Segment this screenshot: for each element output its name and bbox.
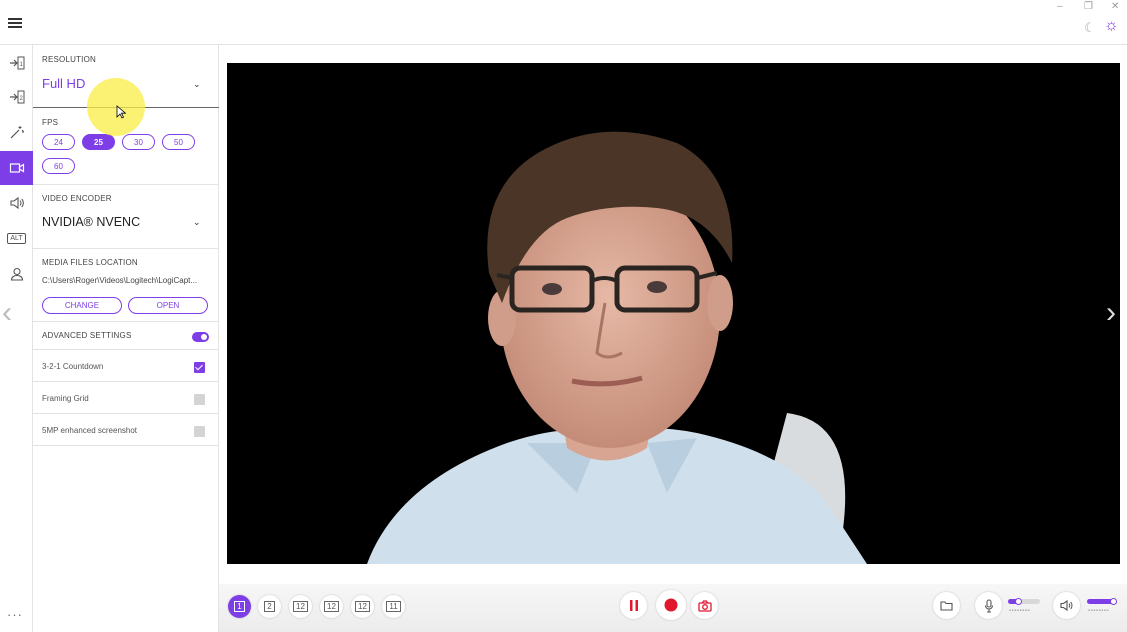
advanced-settings-toggle[interactable]: [192, 332, 209, 342]
camera-icon: [697, 599, 712, 612]
countdown-label: 3-2-1 Countdown: [42, 362, 104, 371]
title-bar: – ❐ ✕ ☾ ☼: [0, 0, 1127, 45]
volume-button[interactable]: [1053, 592, 1080, 619]
mouse-cursor-icon: [116, 105, 126, 119]
alt-label: ALT: [7, 232, 26, 244]
countdown-option-row: 3-2-1 Countdown: [33, 350, 219, 382]
menu-icon[interactable]: [8, 18, 22, 30]
webcam-person-image: [227, 63, 1120, 564]
fps-option-25[interactable]: 25: [82, 134, 115, 150]
logi-capture-window: – ❐ ✕ ☾ ☼ 1 2 ALT ··· RESOLUTION Full HD…: [0, 0, 1127, 632]
layout-glyph: 12: [324, 601, 339, 612]
chevron-down-icon[interactable]: ⌄: [193, 79, 201, 90]
framing-grid-option-row: Framing Grid: [33, 382, 219, 414]
screenshot-button[interactable]: [691, 592, 718, 619]
layout-single-1-button[interactable]: 1: [228, 595, 251, 618]
encoder-label: VIDEO ENCODER: [42, 194, 112, 203]
encoder-section: VIDEO ENCODER NVIDIA® NVENC ⌄: [33, 185, 219, 249]
volume-meter: ▪▪▪▪▪▪▪▪: [1088, 608, 1110, 614]
source-1-icon[interactable]: 1: [0, 46, 33, 80]
framing-grid-label: Framing Grid: [42, 394, 89, 403]
enhanced-screenshot-label: 5MP enhanced screenshot: [42, 426, 138, 435]
media-location-section: MEDIA FILES LOCATION C:\Users\Roger\Vide…: [33, 249, 219, 322]
fps-option-50[interactable]: 50: [162, 134, 195, 150]
open-folder-button[interactable]: [933, 592, 960, 619]
encoder-dropdown[interactable]: NVIDIA® NVENC: [42, 215, 140, 229]
sun-icon[interactable]: ☼: [1104, 18, 1119, 34]
layout-side-by-side-button[interactable]: 12: [351, 595, 374, 618]
alt-icon[interactable]: ALT: [0, 221, 33, 255]
microphone-button[interactable]: [975, 592, 1002, 619]
enhanced-screenshot-option-row: 5MP enhanced screenshot: [33, 414, 219, 446]
previous-arrow-icon[interactable]: ‹: [2, 298, 12, 328]
more-options-icon[interactable]: ···: [7, 608, 23, 621]
layout-glyph: 12: [293, 601, 308, 612]
layout-glyph: 2: [264, 601, 275, 612]
folder-icon: [940, 601, 953, 611]
framing-grid-checkbox[interactable]: [194, 394, 205, 405]
media-location-label: MEDIA FILES LOCATION: [42, 258, 138, 267]
svg-text:1: 1: [19, 62, 23, 68]
next-arrow-icon[interactable]: ›: [1106, 298, 1116, 328]
layout-glyph: 11: [386, 601, 401, 612]
microphone-level-slider[interactable]: [1008, 598, 1040, 605]
video-camera-icon[interactable]: [0, 151, 33, 185]
resolution-label: RESOLUTION: [42, 55, 97, 64]
change-button[interactable]: CHANGE: [42, 297, 122, 314]
fps-option-30[interactable]: 30: [122, 134, 155, 150]
speaker-icon: [1059, 599, 1072, 612]
microphone-meter: ▪▪▪▪▪▪▪▪: [1009, 608, 1031, 614]
open-button[interactable]: OPEN: [128, 297, 208, 314]
record-button[interactable]: [656, 590, 686, 620]
fps-option-24[interactable]: 24: [42, 134, 75, 150]
countdown-checkbox[interactable]: [194, 362, 205, 373]
advanced-settings-label: ADVANCED SETTINGS: [42, 331, 132, 340]
svg-text:2: 2: [19, 96, 23, 102]
camera-preview: [227, 63, 1120, 564]
bottom-toolbar: 1 2 12 12 12 11 ▪▪▪▪▪▪▪▪ ▪▪▪▪▪▪▪▪: [219, 584, 1127, 632]
microphone-level-knob[interactable]: [1014, 598, 1022, 605]
fps-section: FPS 24 25 30 50 60: [33, 108, 219, 185]
speaker-icon[interactable]: [0, 186, 33, 220]
main-preview-area: ‹ ›: [2, 45, 1127, 632]
volume-level-knob[interactable]: [1110, 598, 1117, 605]
microphone-icon: [984, 598, 993, 613]
minimize-button[interactable]: –: [1057, 2, 1063, 12]
close-button[interactable]: ✕: [1111, 2, 1119, 12]
layout-split-button[interactable]: 11: [382, 595, 405, 618]
media-path: C:\Users\Roger\Videos\Logitech\LogiCapt.…: [42, 276, 198, 285]
record-icon: [664, 598, 678, 612]
video-settings-panel: RESOLUTION Full HD ⌄ FPS 24 25 30 50 60 …: [33, 45, 219, 632]
advanced-settings-header: ADVANCED SETTINGS: [33, 322, 219, 350]
layout-glyph: 1: [234, 601, 245, 612]
resolution-dropdown[interactable]: Full HD: [42, 76, 85, 91]
account-icon[interactable]: [0, 257, 33, 291]
layout-pip-left-button[interactable]: 12: [320, 595, 343, 618]
source-2-icon[interactable]: 2: [0, 80, 33, 114]
effects-wand-icon[interactable]: [0, 115, 33, 149]
layout-glyph: 12: [355, 601, 370, 612]
pause-button[interactable]: [620, 592, 647, 619]
restore-button[interactable]: ❐: [1084, 2, 1093, 12]
volume-slider[interactable]: [1087, 598, 1117, 605]
fps-option-60[interactable]: 60: [42, 158, 75, 174]
layout-pip-right-button[interactable]: 12: [289, 595, 312, 618]
enhanced-screenshot-checkbox[interactable]: [194, 426, 205, 437]
chevron-down-icon[interactable]: ⌄: [193, 217, 201, 228]
left-nav-rail: 1 2 ALT ···: [0, 45, 33, 632]
pause-icon: [629, 600, 638, 611]
layout-single-2-button[interactable]: 2: [258, 595, 281, 618]
fps-label: FPS: [42, 118, 59, 127]
moon-icon[interactable]: ☾: [1084, 21, 1096, 34]
resolution-section: RESOLUTION Full HD ⌄: [33, 45, 219, 108]
